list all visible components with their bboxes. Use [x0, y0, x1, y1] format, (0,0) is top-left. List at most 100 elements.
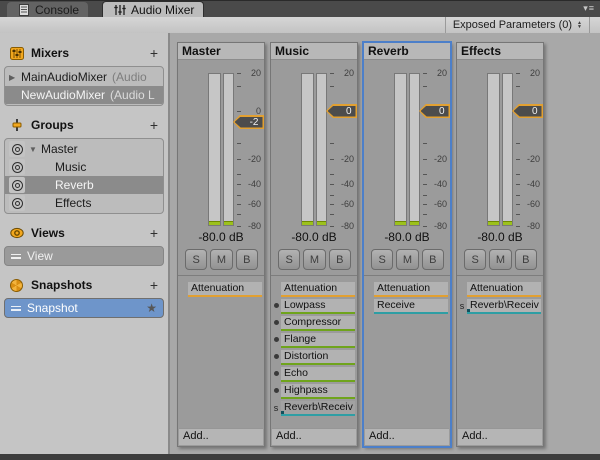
db-tick [330, 183, 334, 185]
strip-effects[interactable]: Effects 20 0 -20 -40 -60 -80 0 -80.0 dB S M B [456, 42, 544, 447]
solo-button[interactable]: S [185, 249, 208, 270]
effect-slot-lowpass[interactable]: Lowpass [281, 299, 355, 314]
visibility-icon[interactable] [9, 177, 25, 193]
visibility-icon[interactable] [9, 195, 25, 211]
db-tick [330, 143, 334, 145]
effect-slot-highpass[interactable]: Highpass [281, 384, 355, 399]
db-tick [516, 143, 520, 145]
db-scale-label: -20 [340, 153, 354, 164]
add-effect-button[interactable]: Add.. [458, 428, 542, 445]
db-tick [516, 213, 520, 215]
group-item-music[interactable]: Music [5, 158, 163, 176]
mute-button[interactable]: M [210, 249, 233, 270]
effect-slot-compressor[interactable]: Compressor [281, 316, 355, 331]
bypass-button[interactable]: B [514, 249, 537, 270]
add-effect-button[interactable]: Add.. [365, 428, 449, 445]
add-effect-button[interactable]: Add.. [272, 428, 356, 445]
add-snapshot-button[interactable]: + [150, 278, 158, 292]
effect-slot-send-receive[interactable]: Reverb\Receiv [281, 401, 355, 416]
mute-button[interactable]: M [303, 249, 326, 270]
effect-slot-distortion[interactable]: Distortion [281, 350, 355, 365]
db-scale-label: 20 [250, 68, 261, 78]
solo-button[interactable]: S [464, 249, 487, 270]
effect-enabled-dot [271, 367, 281, 380]
db-tick [516, 158, 520, 160]
group-item-reverb[interactable]: Reverb [5, 176, 163, 194]
db-tick [423, 203, 427, 205]
foldout-icon[interactable]: ▼ [29, 145, 41, 154]
mixer-name: MainAudioMixer [21, 70, 108, 84]
db-scale-label: -80 [340, 221, 354, 231]
strip-master[interactable]: Master 20 0 -20 -40 -60 -80 -2 -80.0 dB S M B [177, 42, 265, 447]
effect-slot-send-receive[interactable]: Reverb\Receiv [467, 299, 541, 314]
effect-enabled-dot [271, 333, 281, 346]
strip-reverb[interactable]: Reverb 20 0 -20 -40 -60 -80 0 -80.0 dB S M B [363, 42, 451, 447]
exposed-parameters-dropdown[interactable]: Exposed Parameters (0) ▲ ▼ [444, 17, 590, 33]
add-view-button[interactable]: + [150, 226, 158, 240]
group-item-master[interactable]: ▼ Master [5, 140, 163, 158]
db-scale-label: -60 [247, 198, 261, 209]
db-tick [516, 226, 520, 227]
visibility-icon[interactable] [9, 141, 25, 157]
db-tick [237, 203, 241, 205]
effects-list: Attenuation s Reverb\Receiv [457, 276, 543, 427]
effects-list: Attenuation [178, 276, 264, 427]
bypass-button[interactable]: B [421, 249, 444, 270]
view-item[interactable]: View [4, 246, 164, 266]
db-tick [237, 110, 241, 112]
solo-button[interactable]: S [278, 249, 301, 270]
effect-slot-flange[interactable]: Flange [281, 333, 355, 348]
mixer-item-mainaudiomixer[interactable]: ▶ MainAudioMixer (Audio [5, 68, 163, 86]
add-effect-button[interactable]: Add.. [179, 428, 263, 445]
add-group-button[interactable]: + [150, 118, 158, 132]
bypass-button[interactable]: B [328, 249, 351, 270]
effect-slot-echo[interactable]: Echo [281, 367, 355, 382]
solo-button[interactable]: S [371, 249, 394, 270]
add-mixer-button[interactable]: + [150, 46, 158, 60]
strip-title: Music [271, 43, 357, 60]
mixer-toolbar: Exposed Parameters (0) ▲ ▼ [0, 17, 600, 34]
effect-enabled-dot [271, 299, 281, 312]
window-menu-icon[interactable]: ▾≡ [583, 4, 595, 13]
db-scale: 20 0 -20 -40 -60 -80 [516, 68, 540, 231]
db-tick [516, 173, 520, 175]
effect-enabled-dot [271, 384, 281, 397]
vu-meter-left [301, 73, 314, 226]
strip-title: Reverb [364, 43, 450, 60]
bypass-button[interactable]: B [235, 249, 258, 270]
db-tick [516, 73, 520, 74]
tab-bar: Console Audio Mixer ▾≡ [0, 0, 600, 18]
mixer-item-newaudiomixer[interactable]: NewAudioMixer (Audio L [5, 86, 163, 104]
effect-slot-attenuation[interactable]: Attenuation [374, 282, 448, 297]
db-tick [423, 158, 427, 160]
effect-slot-attenuation[interactable]: Attenuation [467, 282, 541, 297]
smb-buttons: S M B [178, 246, 264, 273]
mute-button[interactable]: M [489, 249, 512, 270]
effect-slot-attenuation[interactable]: Attenuation [281, 282, 355, 297]
view-name: View [27, 249, 53, 263]
effect-slot-attenuation[interactable]: Attenuation [188, 282, 262, 297]
tab-console[interactable]: Console [7, 2, 89, 18]
effect-slot-receive[interactable]: Receive [374, 299, 448, 314]
group-item-effects[interactable]: Effects [5, 194, 163, 212]
db-tick [423, 173, 427, 175]
db-tick [516, 183, 520, 185]
db-tick [423, 213, 427, 215]
db-tick [423, 226, 427, 227]
db-tick [237, 143, 241, 145]
mute-button[interactable]: M [396, 249, 419, 270]
db-tick [423, 143, 427, 145]
db-tick [516, 195, 520, 197]
db-scale-label: -60 [526, 198, 540, 209]
db-tick [330, 226, 334, 227]
snapshot-item[interactable]: Snapshot ★ [4, 298, 164, 318]
mixer-type-suffix: (Audio [112, 70, 147, 84]
foldout-icon[interactable]: ▶ [9, 73, 21, 82]
vu-meter-right [316, 73, 327, 226]
tab-audio-mixer[interactable]: Audio Mixer [102, 1, 205, 18]
vu-meter-right [223, 73, 234, 226]
strip-area: Master 20 0 -20 -40 -60 -80 -2 -80.0 dB S M B [170, 33, 600, 454]
visibility-icon[interactable] [9, 159, 25, 175]
start-snapshot-star-icon[interactable]: ★ [146, 301, 157, 315]
strip-music[interactable]: Music 20 0 -20 -40 -60 -80 0 -80.0 dB S M B [270, 42, 358, 447]
